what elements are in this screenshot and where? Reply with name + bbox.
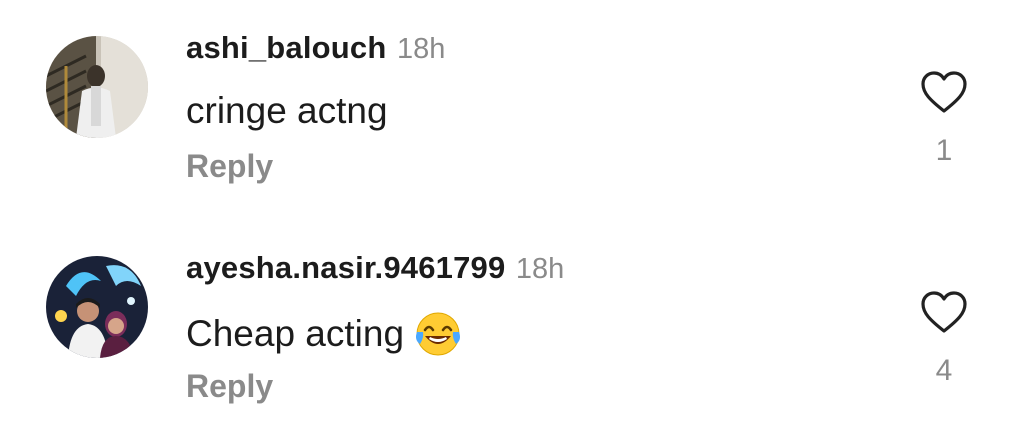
comment-item: ashi_balouch 18h cringe actng Reply 1	[0, 0, 1024, 200]
timestamp: 18h	[396, 33, 446, 65]
like-control: 1	[914, 70, 974, 168]
comment-item: ayesha.nasir.9461799 18h Cheap acting Re…	[0, 220, 1024, 420]
username[interactable]: ayesha.nasir.9461799	[186, 250, 505, 285]
avatar-image	[46, 256, 148, 358]
comment-text-content: Cheap acting	[186, 313, 405, 354]
comment-text: Cheap acting	[186, 310, 462, 358]
heart-outline-icon[interactable]	[920, 70, 968, 114]
reply-button[interactable]: Reply	[186, 148, 273, 185]
avatar[interactable]	[46, 256, 148, 358]
comment-text: cringe actng	[186, 90, 388, 132]
like-count: 4	[935, 354, 953, 387]
comment-meta: ayesha.nasir.9461799 18h	[186, 250, 564, 286]
comment-meta: ashi_balouch 18h	[186, 30, 445, 66]
comments-list: ashi_balouch 18h cringe actng Reply 1 ay…	[0, 0, 1024, 448]
face-with-tears-of-joy-icon	[416, 312, 461, 356]
like-control: 4	[914, 290, 974, 388]
like-count: 1	[935, 134, 953, 167]
heart-outline-icon[interactable]	[920, 290, 968, 334]
reply-button[interactable]: Reply	[186, 368, 273, 405]
avatar[interactable]	[46, 36, 148, 138]
username[interactable]: ashi_balouch	[186, 30, 387, 65]
avatar-image	[46, 36, 148, 138]
comment-text-content: cringe actng	[186, 90, 388, 131]
timestamp: 18h	[515, 253, 565, 285]
